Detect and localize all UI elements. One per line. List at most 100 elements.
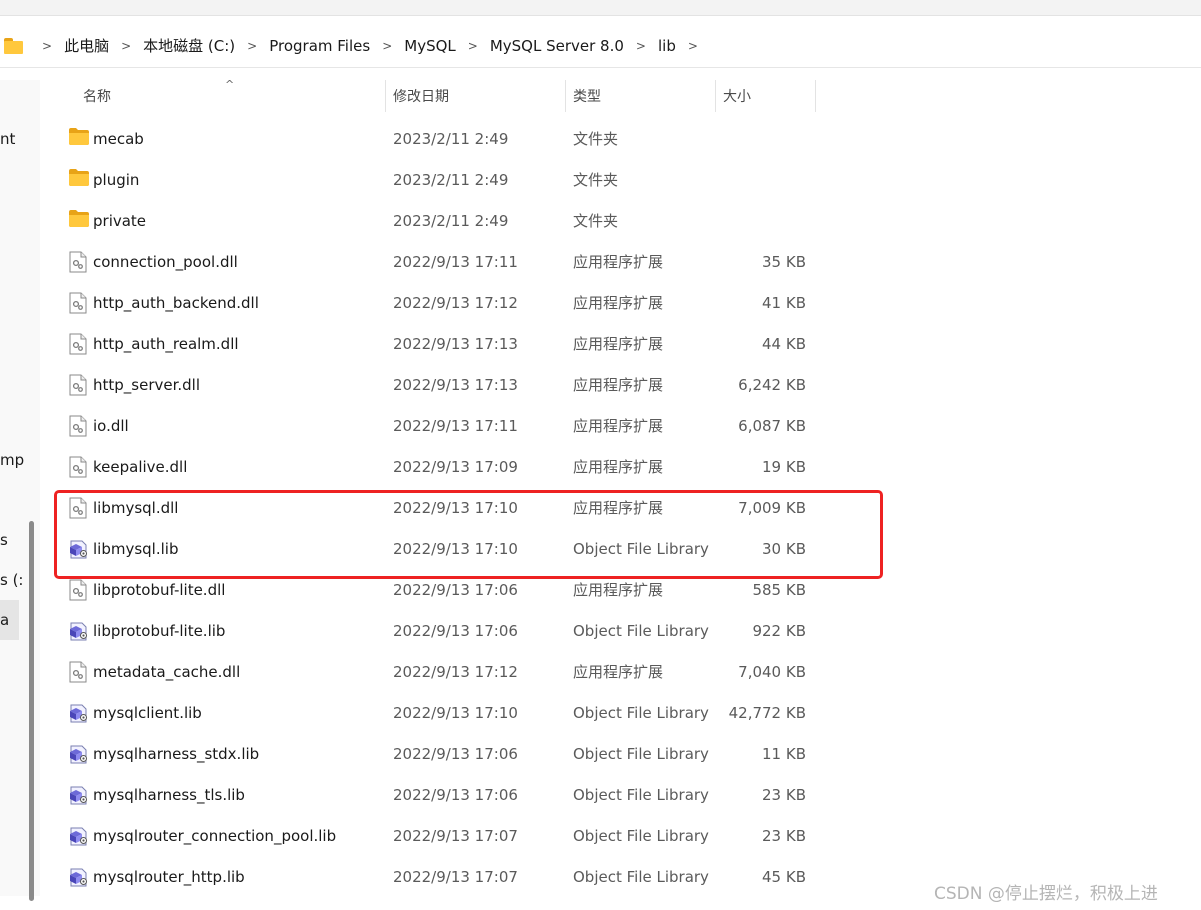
file-size [717,159,806,200]
file-row[interactable]: private 2023/2/11 2:49 文件夹 [53,200,811,241]
address-bar[interactable]: > 此电脑 > 本地磁盘 (C:) > Program Files > MySQ… [0,24,1201,68]
file-name: mysqlclient.lib [93,703,202,722]
file-modified-date: 2022/9/13 17:11 [393,416,518,435]
file-row[interactable]: libmysql.dll 2022/9/13 17:10 应用程序扩展 7,009 K… [53,487,811,528]
file-name: libprotobuf-lite.dll [93,580,226,599]
column-divider[interactable] [565,80,566,112]
file-size: 23 KB [762,826,806,845]
breadcrumb-separator-icon[interactable]: > [628,39,654,53]
file-modified-date: 2023/2/11 2:49 [393,170,509,189]
file-row[interactable]: mysqlharness_stdx.lib 2022/9/13 17:06 Obje… [53,733,811,774]
file-row[interactable]: libprotobuf-lite.dll 2022/9/13 17:06 应用程序扩… [53,569,811,610]
column-divider[interactable] [815,80,816,112]
dll-file-icon [69,292,89,314]
file-modified-date: 2022/9/13 17:10 [393,703,518,722]
file-name: connection_pool.dll [93,252,238,271]
dll-file-icon [69,661,89,683]
breadcrumb-mysql[interactable]: MySQL [400,37,460,55]
file-row[interactable]: plugin 2023/2/11 2:49 文件夹 [53,159,811,200]
file-size: 23 KB [762,785,806,804]
file-modified-date: 2022/9/13 17:13 [393,375,518,394]
file-row[interactable]: mysqlharness_tls.lib 2022/9/13 17:06 Objec… [53,774,811,815]
column-header-name[interactable]: 名称 [83,80,111,112]
file-row[interactable]: http_server.dll 2022/9/13 17:13 应用程序扩展 6,24… [53,364,811,405]
file-type: 应用程序扩展 [573,294,664,312]
file-type: 应用程序扩展 [573,581,664,599]
file-modified-date: 2022/9/13 17:10 [393,539,518,558]
file-type: 文件夹 [573,130,619,148]
file-modified-date: 2022/9/13 17:12 [393,662,518,681]
file-row[interactable]: http_auth_backend.dll 2022/9/13 17:12 应用程序… [53,282,811,323]
file-modified-date: 2023/2/11 2:49 [393,129,509,148]
watermark: CSDN @停止摆烂，积极上进 [934,884,1158,904]
breadcrumb-lib[interactable]: lib [654,37,680,55]
file-modified-date: 2022/9/13 17:06 [393,744,518,763]
file-name: libmysql.dll [93,498,179,517]
file-name: libmysql.lib [93,539,179,558]
breadcrumb-mysql-server[interactable]: MySQL Server 8.0 [486,37,628,55]
breadcrumb-separator-icon[interactable]: > [680,39,706,53]
breadcrumb-this-pc[interactable]: 此电脑 [60,35,113,56]
navigation-pane[interactable]: nt mp s s (: a [0,80,40,901]
file-row[interactable]: io.dll 2022/9/13 17:11 应用程序扩展 6,087 KB [53,405,811,446]
nav-item[interactable]: mp [0,451,24,469]
file-row[interactable]: metadata_cache.dll 2022/9/13 17:12 应用程序扩展 7… [53,651,811,692]
column-header-type[interactable]: 类型 [573,80,601,112]
dll-file-icon [69,251,89,273]
nav-item[interactable]: s (: [0,571,24,589]
nav-item[interactable]: nt [0,130,15,148]
breadcrumb-separator-icon[interactable]: > [239,39,265,53]
nav-item[interactable]: a [0,611,9,629]
file-row[interactable]: mysqlrouter_connection_pool.lib 2022/9/13… [53,815,811,856]
nav-item[interactable]: s [0,531,8,549]
file-size: 42,772 KB [728,703,806,722]
nav-scrollbar[interactable] [29,521,34,901]
file-row[interactable]: http_auth_realm.dll 2022/9/13 17:13 应用程序扩展… [53,323,811,364]
dll-file-icon [69,333,89,355]
sort-ascending-icon: ^ [225,78,235,91]
column-header-date[interactable]: 修改日期 [393,80,449,112]
file-row[interactable]: mysqlclient.lib 2022/9/13 17:10 Object Fil… [53,692,811,733]
file-type: 文件夹 [573,212,619,230]
breadcrumb-separator-icon[interactable]: > [460,39,486,53]
file-size: 6,087 KB [738,416,806,435]
file-name: http_server.dll [93,375,201,394]
file-row[interactable]: libmysql.lib 2022/9/13 17:10 Object File L… [53,528,811,569]
breadcrumb-separator-icon[interactable]: > [34,39,60,53]
file-row[interactable]: mysqlrouter_http.lib 2022/9/13 17:07 Objec… [53,856,811,897]
dll-file-icon [69,456,89,478]
file-row[interactable]: libprotobuf-lite.lib 2022/9/13 17:06 Objec… [53,610,811,651]
file-size: 19 KB [762,457,806,476]
file-row[interactable]: mecab 2023/2/11 2:49 文件夹 [53,118,811,159]
dll-file-icon [69,579,89,601]
file-name: io.dll [93,416,129,435]
file-type: 应用程序扩展 [573,417,664,435]
breadcrumb-program-files[interactable]: Program Files [265,37,374,55]
file-type: Object File Library [573,744,709,763]
dll-file-icon [69,497,89,519]
dll-file-icon [69,415,89,437]
file-modified-date: 2022/9/13 17:10 [393,498,518,517]
breadcrumb-local-disk[interactable]: 本地磁盘 (C:) [139,35,239,56]
file-list[interactable]: ^ 名称 修改日期 类型 大小 mecab 2023/2/11 2:49 文件夹 pl… [41,78,1201,897]
lib-file-icon [69,620,89,642]
file-size: 585 KB [752,580,806,599]
file-type: Object File Library [573,703,709,722]
file-size [717,200,806,241]
file-row[interactable]: connection_pool.dll 2022/9/13 17:11 应用程序扩展… [53,241,811,282]
breadcrumb-separator-icon[interactable]: > [374,39,400,53]
file-name: libprotobuf-lite.lib [93,621,226,640]
folder-icon [69,210,89,232]
file-name: mecab [93,129,144,148]
column-header-size[interactable]: 大小 [723,80,751,112]
file-name: keepalive.dll [93,457,188,476]
folder-icon [69,169,89,191]
file-modified-date: 2022/9/13 17:07 [393,826,518,845]
column-divider[interactable] [715,80,716,112]
file-row[interactable]: keepalive.dll 2022/9/13 17:09 应用程序扩展 19 KB [53,446,811,487]
file-modified-date: 2022/9/13 17:06 [393,580,518,599]
column-divider[interactable] [385,80,386,112]
lib-file-icon [69,538,89,560]
breadcrumb-separator-icon[interactable]: > [113,39,139,53]
file-name: mysqlrouter_connection_pool.lib [93,826,337,845]
